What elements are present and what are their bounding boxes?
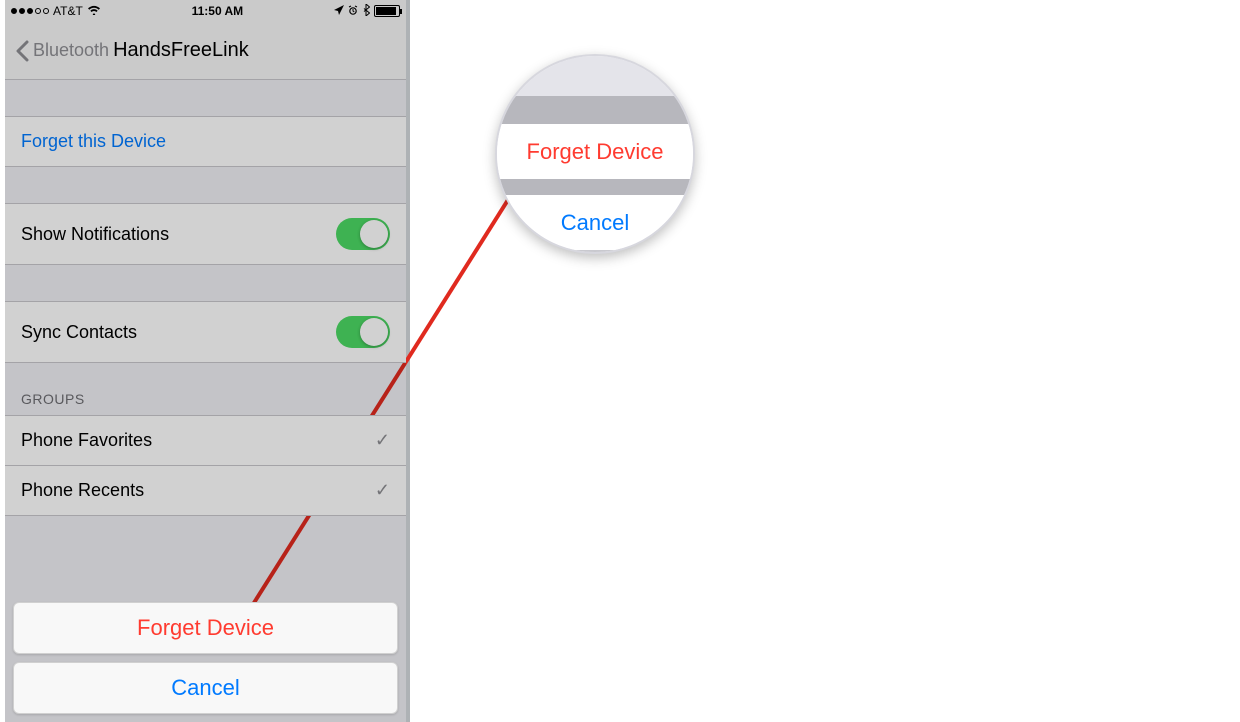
back-label: Bluetooth (33, 40, 109, 61)
clock-label: 11:50 AM (192, 4, 244, 18)
magnifier-fragment: ts (517, 62, 535, 85)
phone-recents-label: Phone Recents (21, 480, 144, 501)
cancel-button[interactable]: Cancel (13, 662, 398, 714)
phone-favorites-row[interactable]: Phone Favorites ✓ (5, 415, 406, 466)
magnifier-callout: ts Forget Device Cancel (495, 54, 695, 254)
forget-device-button[interactable]: Forget Device (13, 602, 398, 654)
signal-strength-icon (11, 8, 49, 14)
nav-title: HandsFreeLink (113, 39, 249, 62)
magnifier-forget-button[interactable]: Forget Device (497, 124, 693, 179)
wifi-icon (87, 4, 101, 18)
show-notifications-row[interactable]: Show Notifications (5, 203, 406, 265)
chevron-left-icon (15, 40, 29, 62)
nav-bar: Bluetooth HandsFreeLink (5, 22, 406, 80)
checkmark-icon: ✓ (375, 430, 390, 451)
action-sheet: Forget Device Cancel (13, 594, 398, 714)
alarm-icon (348, 4, 358, 18)
checkmark-icon: ✓ (375, 480, 390, 501)
location-icon (334, 4, 344, 18)
forget-this-device-row[interactable]: Forget this Device (5, 116, 406, 167)
forget-this-device-label: Forget this Device (21, 131, 166, 152)
carrier-label: AT&T (53, 4, 83, 18)
show-notifications-toggle[interactable] (336, 218, 390, 250)
phone-recents-row[interactable]: Phone Recents ✓ (5, 466, 406, 516)
back-button[interactable]: Bluetooth (15, 40, 109, 62)
groups-header: GROUPS (5, 363, 406, 415)
battery-icon (374, 5, 400, 17)
bluetooth-icon (362, 4, 370, 19)
settings-list: Forget this Device Show Notifications Sy… (5, 80, 406, 516)
sync-contacts-label: Sync Contacts (21, 322, 137, 343)
status-right (334, 4, 400, 19)
show-notifications-label: Show Notifications (21, 224, 169, 245)
phone-screenshot: AT&T 11:50 AM Bluetooth HandsFreeLink (5, 0, 410, 722)
sync-contacts-toggle[interactable] (336, 316, 390, 348)
phone-favorites-label: Phone Favorites (21, 430, 152, 451)
status-bar: AT&T 11:50 AM (5, 0, 406, 22)
sync-contacts-row[interactable]: Sync Contacts (5, 301, 406, 363)
status-left: AT&T (11, 4, 101, 18)
magnifier-cancel-button[interactable]: Cancel (497, 195, 693, 250)
